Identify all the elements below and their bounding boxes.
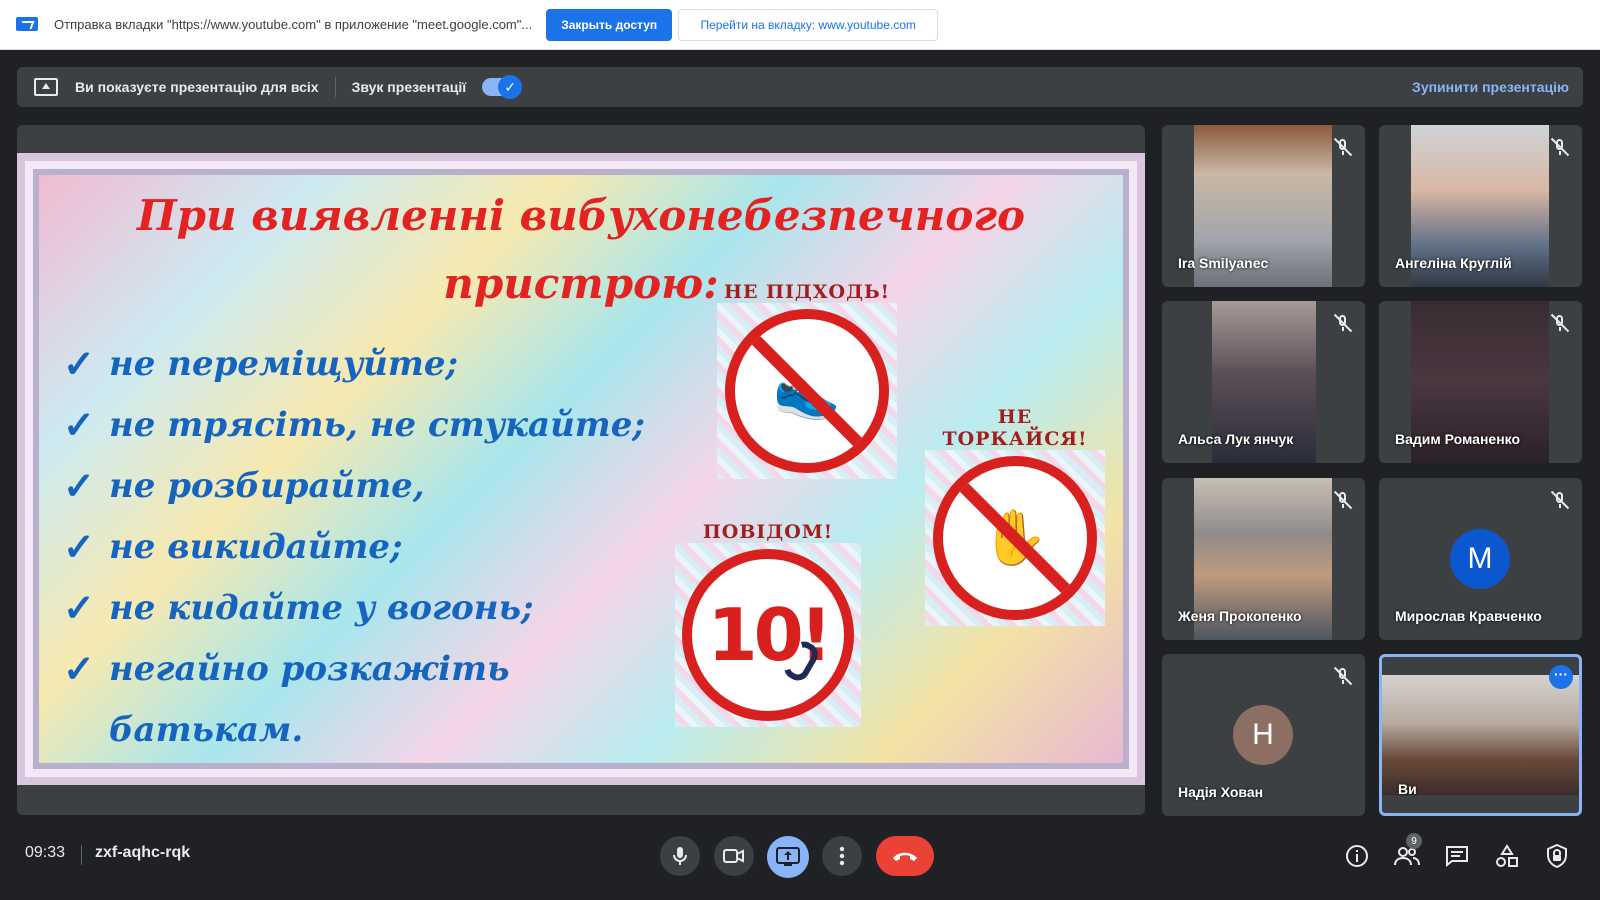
avatar: М	[1450, 529, 1510, 589]
participant-tile[interactable]: Вадим Романенко	[1379, 301, 1582, 463]
presentation-slide: При виявленні вибухонебезпечного пристро…	[17, 153, 1145, 785]
cast-tab-icon	[16, 16, 38, 33]
go-to-tab-button[interactable]: Перейти на вкладку: www.youtube.com	[678, 8, 939, 41]
mic-off-icon	[1333, 490, 1353, 510]
divider	[334, 77, 336, 97]
microphone-icon	[673, 847, 687, 865]
meeting-details-button[interactable]	[1340, 839, 1374, 873]
leave-call-button[interactable]	[876, 836, 934, 876]
participant-tile[interactable]: Женя Прокопенко	[1162, 478, 1365, 640]
camera-icon	[723, 849, 744, 863]
sign-dont-approach: НЕ ПІДХОДЬ! 👟	[717, 281, 897, 479]
activities-icon	[1496, 844, 1518, 867]
prohibition-hand-icon: ✋	[933, 456, 1097, 620]
participant-name: Надія Хован	[1178, 784, 1264, 800]
check-icon: ✓	[63, 646, 95, 691]
microphone-button[interactable]	[660, 836, 700, 876]
activities-button[interactable]	[1490, 839, 1524, 873]
list-item: ✓ негайно розкажіть	[63, 646, 510, 691]
meeting-controls-bar: 09:33 zxf-aqhc-rqk 9	[0, 828, 1600, 900]
stop-sharing-button[interactable]: Закрыть доступ	[546, 8, 673, 41]
presenting-status: Ви показуєте презентацію для всіх	[75, 79, 319, 95]
slide-bullet-list: ✓ не переміщуйте; ✓ не трясіть, не стукайт…	[63, 333, 645, 760]
presentation-audio-label: Звук презентації	[351, 79, 467, 95]
participant-name: Альса Лук янчук	[1178, 431, 1294, 447]
prohibition-shoe-icon: 👟	[725, 309, 889, 473]
list-item: ✓ не переміщуйте;	[63, 341, 459, 386]
participant-tile[interactable]: М Мирослав Кравченко	[1379, 478, 1582, 640]
presentation-stage: При виявленні вибухонебезпечного пристро…	[17, 125, 1145, 815]
participant-name: Ira Smilyanec	[1178, 255, 1269, 271]
share-message: Отправка вкладки "https://www.youtube.co…	[54, 17, 533, 32]
more-vert-icon	[839, 846, 845, 866]
sign-label: НЕ ПІДХОДЬ!	[724, 281, 890, 303]
check-icon: ✓	[498, 75, 523, 99]
sign-label: ПОВІДОМ!	[702, 521, 834, 543]
present-screen-icon	[776, 847, 800, 866]
meeting-time: 09:33	[25, 844, 66, 861]
people-icon	[1394, 847, 1420, 866]
present-screen-icon	[34, 78, 58, 96]
divider	[81, 845, 82, 865]
participant-name: Женя Прокопенко	[1178, 608, 1302, 624]
people-button[interactable]: 9	[1390, 833, 1424, 873]
hang-up-icon	[893, 852, 917, 861]
participant-name: Вадим Романенко	[1395, 431, 1521, 447]
participant-name: Ангеліна Круглій	[1395, 255, 1512, 271]
mic-off-icon	[1550, 313, 1570, 333]
list-item: ✓ не розбирайте,	[63, 463, 425, 508]
mic-off-icon	[1550, 137, 1570, 157]
chat-button[interactable]	[1440, 839, 1474, 873]
mic-off-icon	[1333, 666, 1353, 686]
present-now-button[interactable]	[767, 836, 809, 878]
host-controls-button[interactable]	[1540, 839, 1574, 873]
slide-title-line1: При виявленні вибухонебезпечного	[137, 191, 1025, 240]
participant-name: Ви	[1398, 781, 1417, 797]
list-item: ✓ не кидайте у вогонь;	[63, 585, 534, 630]
participant-tile[interactable]: Ira Smilyanec	[1162, 125, 1365, 287]
info-icon	[1346, 845, 1368, 867]
sign-dont-touch: НЕ ТОРКАЙСЯ! ✋	[925, 406, 1105, 626]
host-controls-icon	[1547, 844, 1567, 868]
avatar: Н	[1233, 705, 1293, 765]
mic-off-icon	[1333, 313, 1353, 333]
slide-title-line2: пристрою:	[443, 259, 719, 308]
mic-off-icon	[1550, 490, 1570, 510]
participant-tile[interactable]: Альса Лук янчук	[1162, 301, 1365, 463]
check-icon: ✓	[63, 585, 95, 630]
presenting-bar: Ви показуєте презентацію для всіх Звук п…	[17, 67, 1583, 107]
stop-presenting-button[interactable]: Зупинити презентацію	[1412, 79, 1569, 95]
participant-tile[interactable]: Н Надія Хован	[1162, 654, 1365, 816]
list-item: ✓ не трясіть, не стукайте;	[63, 402, 645, 447]
camera-button[interactable]	[714, 836, 754, 876]
meeting-code: zxf-aqhc-rqk	[95, 844, 191, 861]
emergency-call-icon: 10!	[682, 549, 854, 721]
check-icon: ✓	[63, 402, 95, 447]
more-options-icon[interactable]: ···	[1549, 665, 1573, 689]
presentation-audio-toggle[interactable]: ✓	[482, 75, 523, 99]
check-icon: ✓	[63, 524, 95, 569]
mic-off-icon	[1333, 137, 1353, 157]
participant-count-badge: 9	[1406, 833, 1422, 849]
sign-label: НЕ ТОРКАЙСЯ!	[942, 406, 1088, 450]
list-item-continuation: батькам.	[109, 709, 304, 750]
sign-report: ПОВІДОМ! 10!	[675, 521, 861, 727]
self-participant-tile[interactable]: ··· Ви	[1379, 654, 1582, 816]
chat-icon	[1446, 846, 1468, 867]
list-item: ✓ не викидайте;	[63, 524, 403, 569]
tab-share-infobar: Отправка вкладки "https://www.youtube.co…	[0, 0, 1600, 50]
participant-name: Мирослав Кравченко	[1395, 608, 1542, 624]
participant-tile[interactable]: Ангеліна Круглій	[1379, 125, 1582, 287]
participant-video	[1382, 675, 1579, 795]
check-icon: ✓	[63, 463, 95, 508]
check-icon: ✓	[63, 341, 95, 386]
more-options-button[interactable]	[822, 836, 862, 876]
